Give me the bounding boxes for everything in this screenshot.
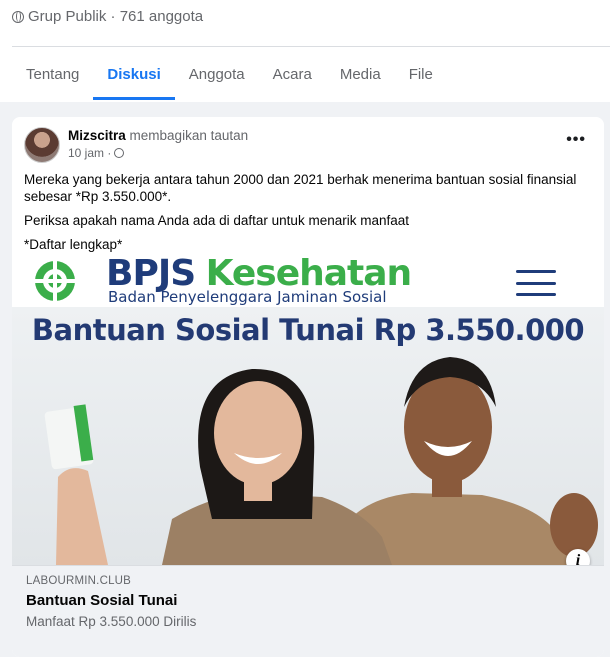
tab-tentang[interactable]: Tentang — [12, 48, 93, 100]
divider — [12, 46, 610, 47]
tab-file[interactable]: File — [395, 48, 447, 100]
more-options-icon[interactable]: ••• — [566, 131, 586, 149]
post-paragraph: *Daftar lengkap* — [24, 237, 123, 252]
link-description: Manfaat Rp 3.550.000 Dirilis — [26, 614, 197, 629]
hamburger-menu-icon — [516, 270, 556, 296]
globe-icon — [12, 10, 24, 23]
post-card: Mizscitra membagikan tautan 10 jam · •••… — [12, 117, 604, 657]
post-action: membagikan tautan — [129, 128, 249, 143]
link-title[interactable]: Bantuan Sosial Tunai — [26, 592, 590, 609]
brand-subtitle: Badan Penyelenggara Jaminan Sosial — [108, 288, 387, 306]
link-preview-image[interactable]: BPJS Kesehatan Badan Penyelenggara Jamin… — [12, 257, 604, 565]
tab-anggota[interactable]: Anggota — [175, 48, 259, 100]
post-paragraph: Periksa apakah nama Anda ada di daftar u… — [24, 213, 409, 228]
post-time-line: 10 jam · — [68, 146, 125, 160]
group-header: Grup Publik · 761 anggota Tentang Diskus… — [0, 0, 610, 102]
link-domain: LABOURMIN.CLUB — [26, 575, 132, 587]
link-preview-meta[interactable]: LABOURMIN.CLUB Bantuan Sosial Tunai Manf… — [12, 565, 604, 657]
brand-banner: BPJS Kesehatan Badan Penyelenggara Jamin… — [12, 257, 604, 307]
post-time[interactable]: 10 jam · — [68, 146, 111, 160]
promo-headline: Bantuan Sosial Tunai Rp 3.550.000 — [31, 313, 585, 347]
author-name[interactable]: Mizscitra — [68, 128, 126, 143]
bpjs-logo-icon — [33, 259, 77, 303]
post-header: Mizscitra membagikan tautan — [68, 128, 248, 143]
tab-diskusi[interactable]: Diskusi — [93, 48, 175, 100]
globe-icon — [114, 148, 125, 158]
group-meta: Grup Publik · 761 anggota — [12, 8, 203, 25]
post-paragraph: Mereka yang bekerja antara tahun 2000 da… — [24, 172, 577, 204]
tab-acara[interactable]: Acara — [259, 48, 326, 100]
post-body: Mereka yang bekerja antara tahun 2000 da… — [24, 171, 594, 260]
tab-media[interactable]: Media — [326, 48, 395, 100]
avatar[interactable] — [24, 127, 60, 163]
group-tabs: Tentang Diskusi Anggota Acara Media File — [12, 48, 447, 100]
group-meta-text: Grup Publik · 761 anggota — [28, 8, 204, 25]
